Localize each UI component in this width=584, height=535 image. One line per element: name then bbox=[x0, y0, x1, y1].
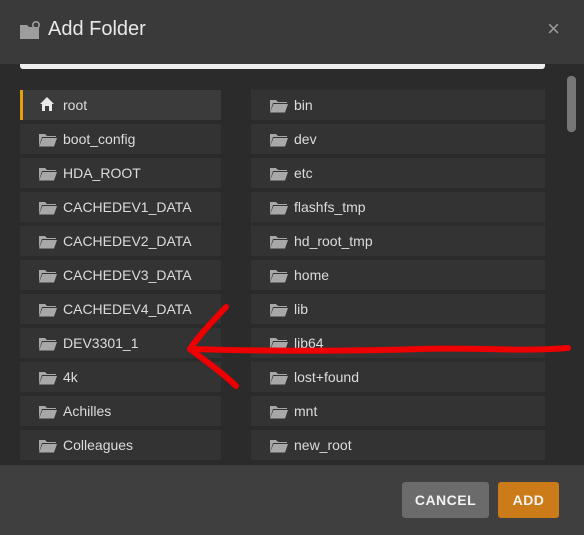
dialog-header: Add Folder × bbox=[0, 0, 584, 64]
close-icon[interactable]: × bbox=[547, 16, 560, 42]
folder-item-label: boot_config bbox=[63, 131, 136, 147]
folder-item[interactable]: root bbox=[20, 90, 221, 120]
folder-item-label: Achilles bbox=[63, 403, 112, 419]
folder-item-label: flashfs_tmp bbox=[294, 199, 366, 215]
folder-icon bbox=[270, 404, 288, 419]
folder-item-label: Colleagues bbox=[63, 437, 134, 453]
folder-list-right: bin dev etc flashfs_tmp hd_root_tmphome lib li… bbox=[251, 90, 545, 464]
folder-item-label: CACHEDEV2_DATA bbox=[63, 233, 192, 249]
folder-settings-icon bbox=[20, 21, 40, 39]
folder-item-label: CACHEDEV1_DATA bbox=[63, 199, 192, 215]
folder-icon bbox=[39, 336, 57, 351]
folder-icon bbox=[270, 370, 288, 385]
folder-item-label: lost+found bbox=[294, 369, 359, 385]
folder-item-label: root bbox=[63, 97, 88, 113]
folder-item[interactable]: lib bbox=[251, 294, 545, 324]
folder-icon bbox=[270, 438, 288, 453]
folder-item-label: mnt bbox=[294, 403, 318, 419]
folder-icon bbox=[270, 302, 288, 317]
folder-icon bbox=[270, 268, 288, 283]
folder-icon bbox=[39, 200, 57, 215]
folder-item[interactable]: flashfs_tmp bbox=[251, 192, 545, 222]
folder-icon bbox=[270, 336, 288, 351]
folder-item[interactable]: new_root bbox=[251, 430, 545, 460]
folder-icon bbox=[270, 98, 288, 113]
folder-item-label: DEV3301_1 bbox=[63, 335, 139, 351]
folder-item-label: bin bbox=[294, 97, 313, 113]
dialog-title: Add Folder bbox=[48, 18, 146, 40]
folder-item-label: dev bbox=[294, 131, 317, 147]
folder-item[interactable]: HDA_ROOT bbox=[20, 158, 221, 188]
folder-icon bbox=[39, 438, 57, 453]
folder-icon bbox=[270, 132, 288, 147]
folder-list-left: root boot_config HDA_ROOT CACHEDEV1_DATA CAC… bbox=[20, 90, 221, 464]
folder-item[interactable]: 4k bbox=[20, 362, 221, 392]
add-folder-dialog: Add Folder × root boot_config HDA_ROOT CACH… bbox=[0, 0, 584, 535]
folder-item-label: lib64 bbox=[294, 335, 324, 351]
folder-item[interactable]: lib64 bbox=[251, 328, 545, 358]
folder-item[interactable]: Achilles bbox=[20, 396, 221, 426]
folder-item-label: HDA_ROOT bbox=[63, 165, 141, 181]
cancel-button[interactable]: CANCEL bbox=[402, 482, 489, 518]
folder-icon bbox=[39, 132, 57, 147]
folder-item[interactable]: CACHEDEV3_DATA bbox=[20, 260, 221, 290]
folder-item-label: CACHEDEV4_DATA bbox=[63, 301, 192, 317]
path-input-strip[interactable] bbox=[20, 64, 545, 69]
folder-item[interactable]: DEV3301_1 bbox=[20, 328, 221, 358]
folder-item-label: etc bbox=[294, 165, 313, 181]
folder-item[interactable]: bin bbox=[251, 90, 545, 120]
folder-item[interactable]: home bbox=[251, 260, 545, 290]
folder-item-label: CACHEDEV3_DATA bbox=[63, 267, 192, 283]
dialog-footer: CANCEL ADD bbox=[0, 465, 584, 535]
folder-icon bbox=[39, 166, 57, 181]
folder-item[interactable]: CACHEDEV4_DATA bbox=[20, 294, 221, 324]
folder-item[interactable]: dev bbox=[251, 124, 545, 154]
folder-item[interactable]: boot_config bbox=[20, 124, 221, 154]
folder-item-label: lib bbox=[294, 301, 309, 317]
folder-item[interactable]: etc bbox=[251, 158, 545, 188]
folder-icon bbox=[39, 268, 57, 283]
folder-item[interactable]: hd_root_tmp bbox=[251, 226, 545, 256]
folder-icon bbox=[270, 234, 288, 249]
folder-item-label: home bbox=[294, 267, 330, 283]
folder-item[interactable]: Colleagues bbox=[20, 430, 221, 460]
folder-item-label: 4k bbox=[63, 369, 78, 385]
home-icon bbox=[39, 96, 55, 112]
scrollbar[interactable] bbox=[567, 76, 576, 132]
folder-item-label: hd_root_tmp bbox=[294, 233, 373, 249]
folder-icon bbox=[39, 370, 57, 385]
folder-item[interactable]: CACHEDEV1_DATA bbox=[20, 192, 221, 222]
add-button[interactable]: ADD bbox=[498, 482, 559, 518]
folder-browser: root boot_config HDA_ROOT CACHEDEV1_DATA CAC… bbox=[0, 64, 584, 465]
folder-icon bbox=[39, 302, 57, 317]
folder-item-label: new_root bbox=[294, 437, 352, 453]
folder-icon bbox=[39, 234, 57, 249]
folder-icon bbox=[270, 200, 288, 215]
folder-item[interactable]: CACHEDEV2_DATA bbox=[20, 226, 221, 256]
folder-item[interactable]: lost+found bbox=[251, 362, 545, 392]
folder-item[interactable]: mnt bbox=[251, 396, 545, 426]
folder-icon bbox=[270, 166, 288, 181]
folder-icon bbox=[39, 404, 57, 419]
